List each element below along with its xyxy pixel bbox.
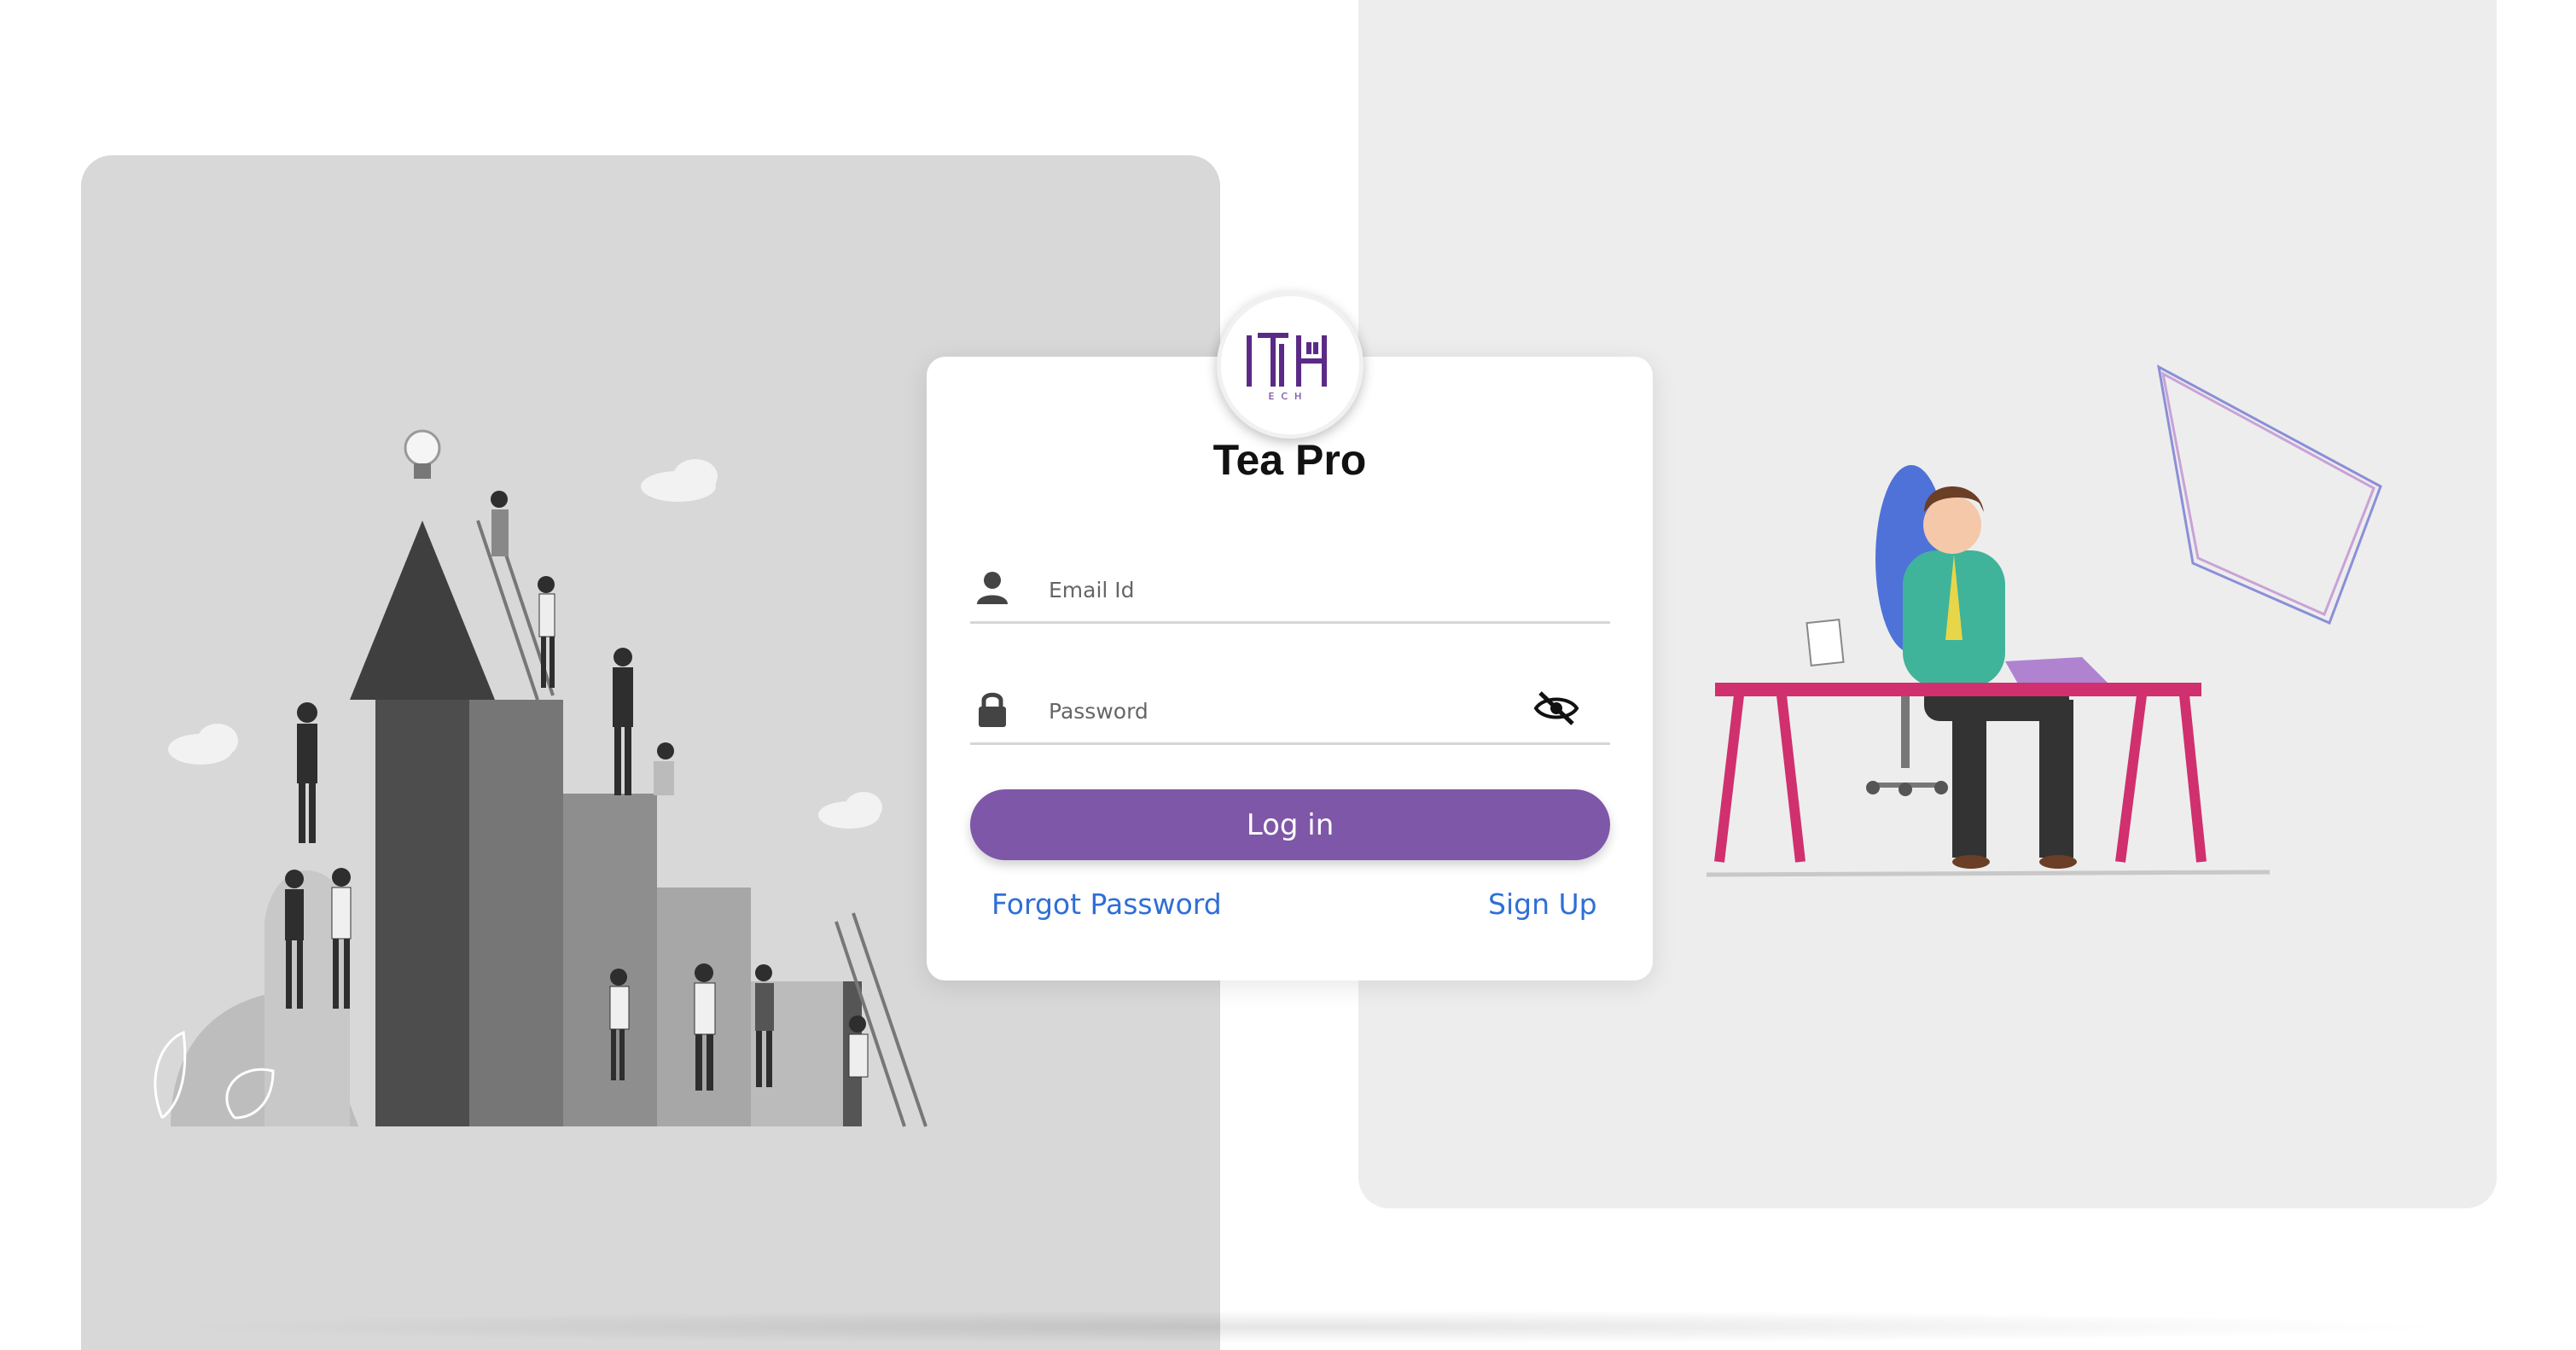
growth-stairs-illustration bbox=[154, 429, 927, 1127]
bottom-shadow bbox=[154, 1310, 2457, 1344]
user-icon bbox=[977, 572, 1008, 604]
sign-up-link[interactable]: Sign Up bbox=[1488, 887, 1597, 921]
password-field bbox=[970, 674, 1610, 745]
eye-off-icon[interactable] bbox=[1533, 690, 1579, 727]
app-title: Tea Pro bbox=[1212, 436, 1367, 484]
lock-icon bbox=[979, 692, 1006, 727]
forgot-password-link[interactable]: Forgot Password bbox=[991, 887, 1222, 921]
password-input[interactable] bbox=[1047, 684, 1528, 737]
email-field bbox=[970, 553, 1610, 624]
svg-text:ECH: ECH bbox=[1269, 391, 1309, 402]
email-input[interactable] bbox=[1047, 563, 1528, 616]
ith-tech-logo-icon: ECH bbox=[1247, 333, 1327, 402]
brand-logo: ECH bbox=[1217, 292, 1364, 439]
login-button[interactable]: Log in bbox=[970, 789, 1610, 860]
man-at-desk-illustration bbox=[1706, 364, 2382, 877]
